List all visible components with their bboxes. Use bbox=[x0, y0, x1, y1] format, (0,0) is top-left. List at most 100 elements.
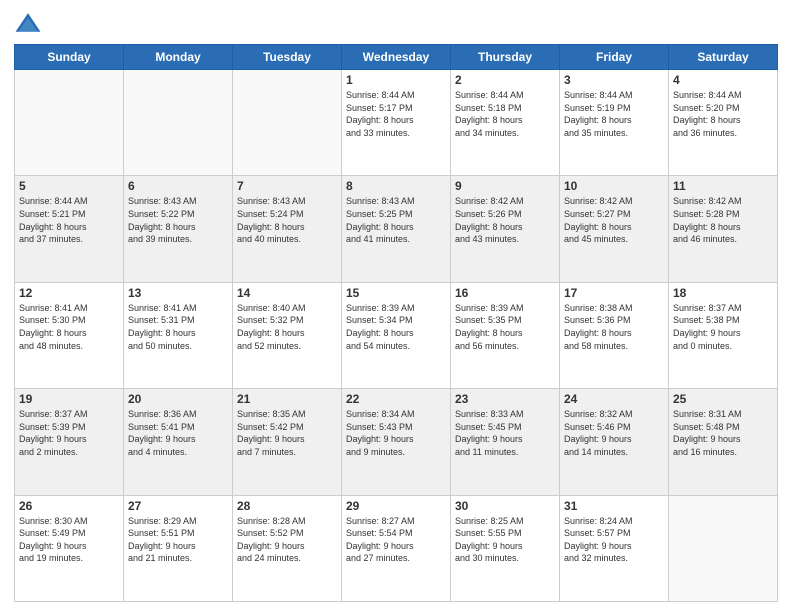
day-info: Sunrise: 8:42 AM Sunset: 5:28 PM Dayligh… bbox=[673, 195, 773, 245]
weekday-header: Friday bbox=[560, 45, 669, 70]
page: SundayMondayTuesdayWednesdayThursdayFrid… bbox=[0, 0, 792, 612]
day-number: 18 bbox=[673, 286, 773, 300]
day-info: Sunrise: 8:43 AM Sunset: 5:25 PM Dayligh… bbox=[346, 195, 446, 245]
day-info: Sunrise: 8:40 AM Sunset: 5:32 PM Dayligh… bbox=[237, 302, 337, 352]
calendar-cell: 24 Sunrise: 8:32 AM Sunset: 5:46 PM Dayli… bbox=[560, 389, 669, 495]
calendar: SundayMondayTuesdayWednesdayThursdayFrid… bbox=[14, 44, 778, 602]
calendar-cell: 25Sunrise: 8:31 AM Sunset: 5:48 PM Dayli… bbox=[669, 389, 778, 495]
calendar-cell: 28 Sunrise: 8:28 AM Sunset: 5:52 PM Dayli… bbox=[233, 495, 342, 601]
calendar-cell bbox=[233, 70, 342, 176]
calendar-cell: 30 Sunrise: 8:25 AM Sunset: 5:55 PM Dayli… bbox=[451, 495, 560, 601]
day-number: 23 bbox=[455, 392, 555, 406]
day-info: Sunrise: 8:32 AM Sunset: 5:46 PM Dayligh… bbox=[564, 408, 664, 458]
weekday-header: Wednesday bbox=[342, 45, 451, 70]
day-info: Sunrise: 8:28 AM Sunset: 5:52 PM Dayligh… bbox=[237, 515, 337, 565]
day-number: 25 bbox=[673, 392, 773, 406]
day-info: Sunrise: 8:34 AM Sunset: 5:43 PM Dayligh… bbox=[346, 408, 446, 458]
day-number: 27 bbox=[128, 499, 228, 513]
day-info: Sunrise: 8:39 AM Sunset: 5:34 PM Dayligh… bbox=[346, 302, 446, 352]
day-number: 16 bbox=[455, 286, 555, 300]
day-info: Sunrise: 8:42 AM Sunset: 5:27 PM Dayligh… bbox=[564, 195, 664, 245]
day-info: Sunrise: 8:24 AM Sunset: 5:57 PM Dayligh… bbox=[564, 515, 664, 565]
weekday-header-row: SundayMondayTuesdayWednesdayThursdayFrid… bbox=[15, 45, 778, 70]
day-number: 8 bbox=[346, 179, 446, 193]
day-info: Sunrise: 8:41 AM Sunset: 5:31 PM Dayligh… bbox=[128, 302, 228, 352]
day-info: Sunrise: 8:43 AM Sunset: 5:22 PM Dayligh… bbox=[128, 195, 228, 245]
day-info: Sunrise: 8:37 AM Sunset: 5:39 PM Dayligh… bbox=[19, 408, 119, 458]
calendar-cell: 20 Sunrise: 8:36 AM Sunset: 5:41 PM Dayli… bbox=[124, 389, 233, 495]
day-number: 24 bbox=[564, 392, 664, 406]
day-number: 28 bbox=[237, 499, 337, 513]
day-number: 29 bbox=[346, 499, 446, 513]
day-number: 1 bbox=[346, 73, 446, 87]
day-info: Sunrise: 8:35 AM Sunset: 5:42 PM Dayligh… bbox=[237, 408, 337, 458]
day-info: Sunrise: 8:27 AM Sunset: 5:54 PM Dayligh… bbox=[346, 515, 446, 565]
day-number: 6 bbox=[128, 179, 228, 193]
calendar-cell: 9 Sunrise: 8:42 AM Sunset: 5:26 PM Daylig… bbox=[451, 176, 560, 282]
day-info: Sunrise: 8:44 AM Sunset: 5:20 PM Dayligh… bbox=[673, 89, 773, 139]
day-number: 4 bbox=[673, 73, 773, 87]
day-info: Sunrise: 8:25 AM Sunset: 5:55 PM Dayligh… bbox=[455, 515, 555, 565]
calendar-cell: 16 Sunrise: 8:39 AM Sunset: 5:35 PM Dayli… bbox=[451, 282, 560, 388]
day-number: 26 bbox=[19, 499, 119, 513]
day-number: 3 bbox=[564, 73, 664, 87]
calendar-cell: 31 Sunrise: 8:24 AM Sunset: 5:57 PM Dayli… bbox=[560, 495, 669, 601]
day-number: 19 bbox=[19, 392, 119, 406]
day-info: Sunrise: 8:44 AM Sunset: 5:17 PM Dayligh… bbox=[346, 89, 446, 139]
calendar-cell: 1 Sunrise: 8:44 AM Sunset: 5:17 PM Daylig… bbox=[342, 70, 451, 176]
day-info: Sunrise: 8:41 AM Sunset: 5:30 PM Dayligh… bbox=[19, 302, 119, 352]
logo bbox=[14, 10, 46, 38]
day-info: Sunrise: 8:37 AM Sunset: 5:38 PM Dayligh… bbox=[673, 302, 773, 352]
weekday-header: Monday bbox=[124, 45, 233, 70]
day-number: 2 bbox=[455, 73, 555, 87]
day-info: Sunrise: 8:29 AM Sunset: 5:51 PM Dayligh… bbox=[128, 515, 228, 565]
day-info: Sunrise: 8:33 AM Sunset: 5:45 PM Dayligh… bbox=[455, 408, 555, 458]
calendar-cell: 5Sunrise: 8:44 AM Sunset: 5:21 PM Daylig… bbox=[15, 176, 124, 282]
calendar-cell: 29 Sunrise: 8:27 AM Sunset: 5:54 PM Dayli… bbox=[342, 495, 451, 601]
calendar-cell: 8 Sunrise: 8:43 AM Sunset: 5:25 PM Daylig… bbox=[342, 176, 451, 282]
calendar-cell bbox=[669, 495, 778, 601]
calendar-cell: 10 Sunrise: 8:42 AM Sunset: 5:27 PM Dayli… bbox=[560, 176, 669, 282]
calendar-cell: 4 Sunrise: 8:44 AM Sunset: 5:20 PM Daylig… bbox=[669, 70, 778, 176]
day-info: Sunrise: 8:39 AM Sunset: 5:35 PM Dayligh… bbox=[455, 302, 555, 352]
header bbox=[14, 10, 778, 38]
day-number: 15 bbox=[346, 286, 446, 300]
day-number: 10 bbox=[564, 179, 664, 193]
calendar-week-row: 26 Sunrise: 8:30 AM Sunset: 5:49 PM Dayli… bbox=[15, 495, 778, 601]
day-number: 20 bbox=[128, 392, 228, 406]
day-info: Sunrise: 8:30 AM Sunset: 5:49 PM Dayligh… bbox=[19, 515, 119, 565]
day-info: Sunrise: 8:38 AM Sunset: 5:36 PM Dayligh… bbox=[564, 302, 664, 352]
day-number: 9 bbox=[455, 179, 555, 193]
day-number: 17 bbox=[564, 286, 664, 300]
calendar-cell bbox=[15, 70, 124, 176]
logo-icon bbox=[14, 10, 42, 38]
calendar-cell: 14 Sunrise: 8:40 AM Sunset: 5:32 PM Dayli… bbox=[233, 282, 342, 388]
calendar-cell bbox=[124, 70, 233, 176]
calendar-cell: 2Sunrise: 8:44 AM Sunset: 5:18 PM Daylig… bbox=[451, 70, 560, 176]
day-info: Sunrise: 8:36 AM Sunset: 5:41 PM Dayligh… bbox=[128, 408, 228, 458]
calendar-cell: 19 Sunrise: 8:37 AM Sunset: 5:39 PM Dayli… bbox=[15, 389, 124, 495]
day-number: 14 bbox=[237, 286, 337, 300]
day-number: 13 bbox=[128, 286, 228, 300]
day-number: 21 bbox=[237, 392, 337, 406]
calendar-cell: 26 Sunrise: 8:30 AM Sunset: 5:49 PM Dayli… bbox=[15, 495, 124, 601]
day-number: 12 bbox=[19, 286, 119, 300]
calendar-cell: 23 Sunrise: 8:33 AM Sunset: 5:45 PM Dayli… bbox=[451, 389, 560, 495]
day-info: Sunrise: 8:42 AM Sunset: 5:26 PM Dayligh… bbox=[455, 195, 555, 245]
day-number: 30 bbox=[455, 499, 555, 513]
calendar-cell: 6 Sunrise: 8:43 AM Sunset: 5:22 PM Daylig… bbox=[124, 176, 233, 282]
calendar-week-row: 19 Sunrise: 8:37 AM Sunset: 5:39 PM Dayli… bbox=[15, 389, 778, 495]
calendar-cell: 7Sunrise: 8:43 AM Sunset: 5:24 PM Daylig… bbox=[233, 176, 342, 282]
calendar-cell: 18 Sunrise: 8:37 AM Sunset: 5:38 PM Dayli… bbox=[669, 282, 778, 388]
day-number: 11 bbox=[673, 179, 773, 193]
day-number: 5 bbox=[19, 179, 119, 193]
calendar-cell: 21 Sunrise: 8:35 AM Sunset: 5:42 PM Dayli… bbox=[233, 389, 342, 495]
day-number: 7 bbox=[237, 179, 337, 193]
day-info: Sunrise: 8:44 AM Sunset: 5:19 PM Dayligh… bbox=[564, 89, 664, 139]
calendar-cell: 13 Sunrise: 8:41 AM Sunset: 5:31 PM Dayli… bbox=[124, 282, 233, 388]
calendar-cell: 17 Sunrise: 8:38 AM Sunset: 5:36 PM Dayli… bbox=[560, 282, 669, 388]
day-number: 31 bbox=[564, 499, 664, 513]
day-number: 22 bbox=[346, 392, 446, 406]
calendar-cell: 12 Sunrise: 8:41 AM Sunset: 5:30 PM Dayli… bbox=[15, 282, 124, 388]
calendar-cell: 22 Sunrise: 8:34 AM Sunset: 5:43 PM Dayli… bbox=[342, 389, 451, 495]
